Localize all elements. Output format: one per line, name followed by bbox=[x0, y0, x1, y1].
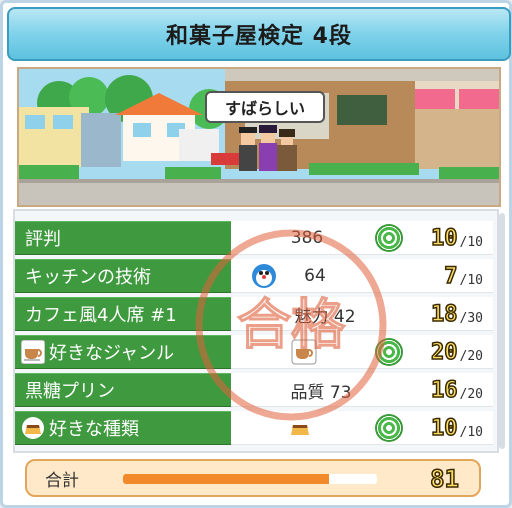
title-bar: 和菓子屋検定 4段 bbox=[7, 7, 511, 61]
row-score-value: 10 bbox=[430, 416, 458, 441]
row-value bbox=[237, 335, 377, 369]
score-row-favorite-genre: 好きなジャンル 20 /20 bbox=[15, 335, 493, 369]
row-label: 黒糖プリン bbox=[15, 373, 231, 407]
target-badge-icon bbox=[375, 414, 403, 442]
speech-bubble: すばらしい bbox=[205, 91, 325, 123]
shop-scene-illustration bbox=[19, 69, 499, 205]
total-row: 合計 81 bbox=[25, 459, 481, 497]
row-score-value: 7 bbox=[444, 264, 459, 289]
row-label-text: 好きな種類 bbox=[49, 419, 139, 440]
row-score-max: /10 bbox=[459, 425, 483, 440]
row-score-value: 16 bbox=[430, 378, 458, 403]
row-score: 18 /30 bbox=[430, 297, 483, 331]
row-score-max: /20 bbox=[459, 349, 483, 364]
row-score-max: /20 bbox=[459, 387, 483, 402]
row-value bbox=[237, 411, 377, 445]
total-score: 81 bbox=[429, 464, 459, 494]
row-label: カフェ風4人席 #1 bbox=[15, 297, 231, 331]
total-label: 合計 bbox=[45, 470, 79, 491]
tea-cup-icon bbox=[21, 340, 45, 364]
shop-scene: すばらしい bbox=[17, 67, 501, 207]
row-score-value: 10 bbox=[430, 226, 458, 251]
row-label-text: キッチンの技術 bbox=[25, 267, 151, 288]
row-label-text: 好きなジャンル bbox=[49, 343, 175, 364]
row-score-max: /30 bbox=[459, 311, 483, 326]
speech-text: すばらしい bbox=[224, 99, 305, 118]
page-title: 和菓子屋検定 4段 bbox=[166, 24, 352, 49]
row-score: 20 /20 bbox=[430, 335, 483, 369]
row-score: 10 /10 bbox=[430, 221, 483, 255]
row-label-text: カフェ風4人席 #1 bbox=[25, 305, 177, 326]
target-badge-icon bbox=[375, 338, 403, 366]
row-label: キッチンの技術 bbox=[15, 259, 231, 293]
row-value: 品質 73 bbox=[290, 382, 352, 403]
row-score-max: /10 bbox=[459, 235, 483, 250]
score-row-cafe-seat: カフェ風4人席 #1 魅力 42 18 /30 bbox=[15, 297, 493, 331]
score-row-kitchen-skill: キッチンの技術 64 7 /10 bbox=[15, 259, 493, 293]
total-progress-bar bbox=[123, 474, 377, 484]
score-row-reputation: 評判 386 10 /10 bbox=[15, 221, 493, 255]
total-progress-fill bbox=[123, 474, 329, 484]
row-value: 386 bbox=[290, 228, 324, 248]
row-value: 64 bbox=[304, 266, 326, 286]
row-score-value: 20 bbox=[430, 340, 458, 365]
row-score-value: 18 bbox=[430, 302, 458, 327]
row-score: 7 /10 bbox=[444, 259, 483, 293]
row-label: 好きなジャンル bbox=[15, 335, 231, 369]
row-score: 10 /10 bbox=[430, 411, 483, 445]
row-label-text: 黒糖プリン bbox=[25, 381, 115, 402]
row-score-max: /10 bbox=[459, 273, 483, 288]
row-label: 評判 bbox=[15, 221, 231, 255]
row-score: 16 /20 bbox=[430, 373, 483, 407]
row-label-text: 評判 bbox=[25, 229, 61, 250]
row-label: 好きな種類 bbox=[15, 411, 231, 445]
scrollbar[interactable] bbox=[499, 213, 505, 449]
score-row-dessert: 黒糖プリン 品質 73 16 /20 bbox=[15, 373, 493, 407]
pudding-icon bbox=[22, 417, 44, 439]
exam-result-panel: 和菓子屋検定 4段 すばらしい 評判 386 10 /10 キッチンの技術 64… bbox=[0, 0, 512, 508]
score-row-favorite-type: 好きな種類 10 /10 bbox=[15, 411, 493, 445]
row-value: 魅力 42 bbox=[294, 306, 356, 327]
target-badge-icon bbox=[375, 224, 403, 252]
